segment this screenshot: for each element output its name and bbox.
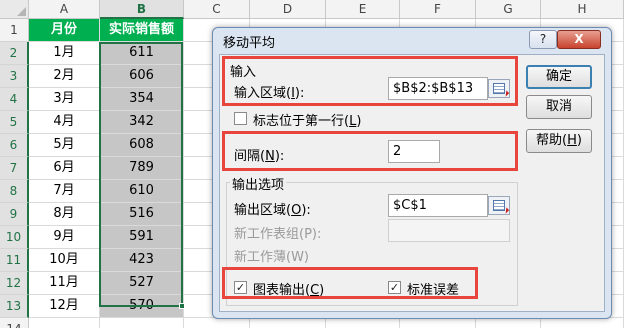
output-range-label: 输出区域(O): [234,203,311,218]
row-header-14[interactable]: 14 [0,318,29,328]
column-header-a[interactable]: A [29,0,100,19]
column-header-c[interactable]: C [184,0,250,19]
row-header-9[interactable]: 9 [0,203,29,226]
row-header-6[interactable]: 6 [0,134,29,157]
cell-a9[interactable]: 8月 [29,203,100,226]
output-range-field[interactable]: $C$1 [388,194,488,217]
cell-a14[interactable] [29,318,100,328]
new-sheet-field [388,219,510,242]
row-header-12[interactable]: 12 [0,272,29,295]
column-header-e[interactable]: E [326,0,400,19]
dialog-title: 移动平均 [223,36,276,51]
new-sheet-label: 新工作表组(P): [234,227,322,242]
cell-b12[interactable]: 527 [100,272,184,295]
cell-a2[interactable]: 1月 [29,42,100,65]
output-range-picker-icon[interactable] [488,196,510,215]
column-header-g[interactable]: G [476,0,541,19]
cell-b10[interactable]: 591 [100,226,184,249]
cell-d14[interactable] [250,318,326,328]
cancel-button[interactable]: 取消 [526,95,592,119]
interval-label: 间隔(N): [234,149,285,164]
cell-a7[interactable]: 6月 [29,157,100,180]
row-header-3[interactable]: 3 [0,65,29,88]
fill-handle[interactable] [179,303,185,309]
cell-a11[interactable]: 10月 [29,249,100,272]
output-options-label: 输出选项 [230,174,287,193]
cell-f14[interactable] [400,318,476,328]
cell-b8[interactable]: 610 [100,180,184,203]
input-range-label: 输入区域(I): [234,86,305,101]
cell-b9[interactable]: 516 [100,203,184,226]
cell-b2[interactable]: 611 [100,42,184,65]
cell-a3[interactable]: 2月 [29,65,100,88]
cell-b13[interactable]: 570 [100,295,184,318]
cell-b5[interactable]: 342 [100,111,184,134]
help-icon[interactable]: ? [529,30,557,49]
input-group-label: 输入 [230,65,257,80]
cell-a10[interactable]: 9月 [29,226,100,249]
std-errors-label: 标准误差 [407,283,460,298]
row-header-13[interactable]: 13 [0,295,29,318]
input-range-field[interactable]: $B$2:$B$13 [388,77,488,100]
row-header-11[interactable]: 11 [0,249,29,272]
row-header-2[interactable]: 2 [0,42,29,65]
labels-first-row-label: 标志位于第一行(L) [253,114,362,129]
dialog-titlebar[interactable]: 移动平均 ? X [213,28,611,52]
dialog-body: 输入 输入区域(I): $B$2:$B$13 标志位于第一行(L) 间隔(N):… [219,54,605,312]
cell-b6[interactable]: 608 [100,134,184,157]
cell-b1[interactable]: 实际销售额 [100,19,184,42]
cell-b4[interactable]: 354 [100,88,184,111]
column-header-f[interactable]: F [400,0,476,19]
row-header-8[interactable]: 8 [0,180,29,203]
cell-a1[interactable]: 月份 [29,19,100,42]
row-header-5[interactable]: 5 [0,111,29,134]
cell-a5[interactable]: 4月 [29,111,100,134]
cell-a8[interactable]: 7月 [29,180,100,203]
cell-b3[interactable]: 606 [100,65,184,88]
help-button[interactable]: 帮助(H) [526,129,592,153]
row-header-4[interactable]: 4 [0,88,29,111]
cell-a4[interactable]: 3月 [29,88,100,111]
chart-output-checkbox[interactable]: ✓ [234,281,247,294]
cell-h14[interactable] [541,318,624,328]
column-header-h[interactable]: H [541,0,624,19]
cell-b11[interactable]: 423 [100,249,184,272]
row-header-10[interactable]: 10 [0,226,29,249]
row-header-1[interactable]: 1 [0,19,29,42]
ok-button[interactable]: 确定 [526,65,592,89]
cell-a13[interactable]: 12月 [29,295,100,318]
new-workbook-label: 新工作薄(W) [234,250,309,265]
cell-b14[interactable] [100,318,184,328]
chart-output-label: 图表输出(C) [253,283,325,298]
column-header-d[interactable]: D [250,0,326,19]
interval-field[interactable]: 2 [388,140,440,163]
input-range-picker-icon[interactable] [488,79,510,98]
cell-c14[interactable] [184,318,250,328]
std-errors-checkbox[interactable]: ✓ [388,281,401,294]
cell-e14[interactable] [326,318,400,328]
column-header-b[interactable]: B [100,0,184,19]
close-icon[interactable]: X [557,30,601,49]
moving-average-dialog: 移动平均 ? X 输入 输入区域(I): $B$2:$B$13 标志位于第一行(… [212,27,612,319]
select-all-corner[interactable] [0,0,29,19]
cell-a12[interactable]: 11月 [29,272,100,295]
row-header-7[interactable]: 7 [0,157,29,180]
cell-b7[interactable]: 789 [100,157,184,180]
cell-a6[interactable]: 5月 [29,134,100,157]
labels-first-row-checkbox[interactable] [234,112,247,125]
cell-g14[interactable] [476,318,541,328]
